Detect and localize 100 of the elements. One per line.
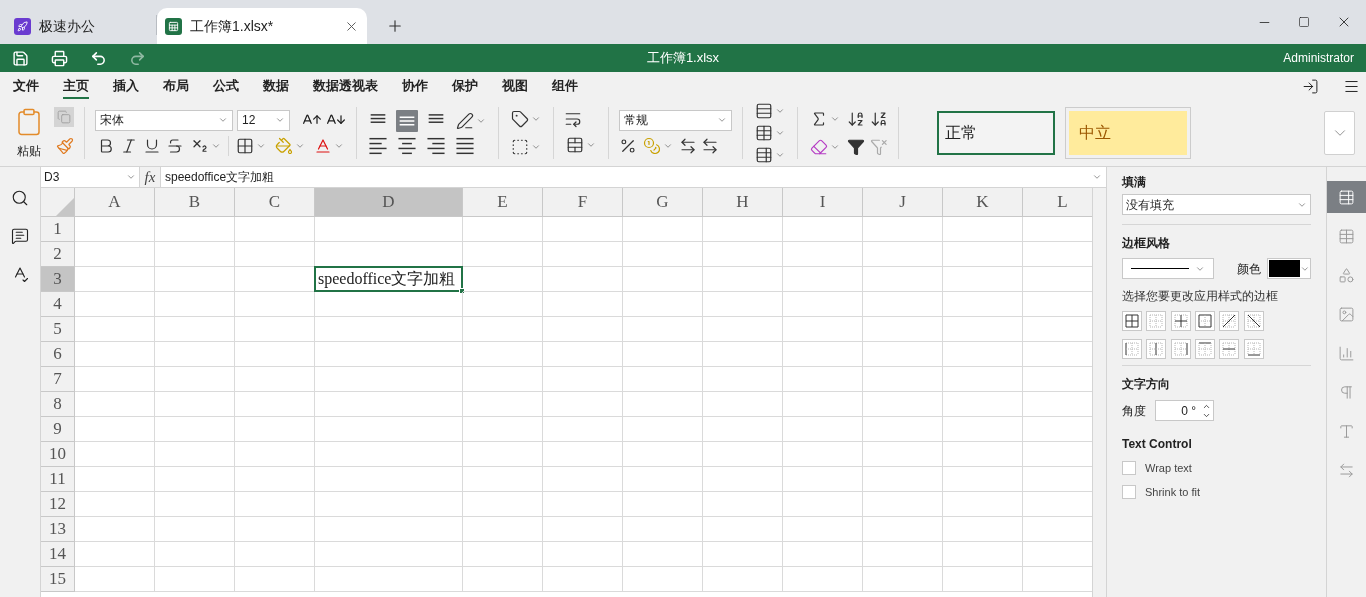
grid-cell[interactable] — [543, 517, 623, 542]
caret-icon[interactable] — [775, 106, 785, 116]
row-header[interactable]: 7 — [41, 367, 75, 392]
checkbox[interactable] — [1122, 484, 1136, 499]
undo-icon[interactable] — [90, 49, 107, 67]
row-header[interactable]: 10 — [41, 442, 75, 467]
grid-cell[interactable] — [943, 467, 1023, 492]
row-header[interactable]: 6 — [41, 342, 75, 367]
caret-icon[interactable] — [830, 142, 840, 152]
strikethrough-icon[interactable] — [166, 136, 184, 155]
grid-cell[interactable] — [235, 442, 315, 467]
border-button[interactable] — [1122, 311, 1142, 331]
grid-cell[interactable] — [75, 467, 155, 492]
copy-icon[interactable] — [54, 106, 74, 127]
grid-cell[interactable] — [155, 542, 235, 567]
grid-cell[interactable] — [703, 542, 783, 567]
grid-cell[interactable] — [783, 492, 863, 517]
grid-cell[interactable] — [75, 567, 155, 592]
column-header[interactable]: K — [943, 188, 1023, 217]
grid-cell[interactable] — [703, 292, 783, 317]
grid-cell[interactable] — [623, 567, 703, 592]
sort-descending-icon[interactable] — [870, 110, 888, 128]
row-header[interactable]: 14 — [41, 542, 75, 567]
font-select[interactable]: 宋体 — [95, 109, 233, 131]
grid-cell[interactable] — [463, 342, 543, 367]
row-header[interactable]: 12 — [41, 492, 75, 517]
grid-cell[interactable] — [863, 367, 943, 392]
menu-tab[interactable]: 文件 — [13, 73, 39, 99]
grid-cell[interactable] — [315, 567, 463, 592]
new-tab-icon[interactable] — [386, 17, 404, 35]
grid-cell[interactable] — [463, 267, 543, 292]
grid-cell[interactable] — [783, 417, 863, 442]
comment-icon[interactable] — [11, 227, 29, 245]
grid-cell[interactable] — [463, 392, 543, 417]
grid-cell[interactable] — [315, 492, 463, 517]
grid-cell[interactable] — [703, 267, 783, 292]
grid-cell[interactable] — [543, 467, 623, 492]
menu-tab[interactable]: 协作 — [402, 73, 428, 99]
grid-cell[interactable] — [155, 217, 235, 242]
grid-cell[interactable] — [623, 392, 703, 417]
grid-cell[interactable] — [235, 242, 315, 267]
grid-cell[interactable] — [623, 292, 703, 317]
column-header[interactable]: B — [155, 188, 235, 217]
column-header[interactable]: F — [543, 188, 623, 217]
grid-cell[interactable] — [943, 442, 1023, 467]
grid-cell[interactable] — [315, 417, 463, 442]
font-size-select[interactable]: 12 — [237, 109, 290, 131]
grid-cell[interactable] — [863, 467, 943, 492]
grid-cell[interactable] — [75, 492, 155, 517]
grid-cell[interactable] — [155, 467, 235, 492]
border-color-picker[interactable] — [1267, 258, 1311, 279]
grid-cell[interactable] — [943, 217, 1023, 242]
grid-cell[interactable] — [463, 542, 543, 567]
select-all-corner[interactable] — [41, 188, 75, 217]
row-header[interactable]: 13 — [41, 517, 75, 542]
caret-icon[interactable] — [275, 115, 285, 125]
panel-tab[interactable] — [1326, 181, 1366, 213]
grid-cell[interactable] — [943, 542, 1023, 567]
grid-cell[interactable] — [315, 342, 463, 367]
grid-cell[interactable] — [75, 242, 155, 267]
function-label[interactable]: fx — [140, 167, 161, 187]
grid-cell[interactable] — [623, 242, 703, 267]
grid-cell[interactable] — [863, 342, 943, 367]
grid-cell[interactable] — [623, 467, 703, 492]
grid-cell[interactable] — [75, 392, 155, 417]
grid-cell[interactable] — [943, 242, 1023, 267]
grid-cell[interactable] — [863, 442, 943, 467]
underline-icon[interactable] — [143, 136, 161, 155]
grid-cell[interactable] — [943, 317, 1023, 342]
fill-select[interactable]: 没有填充 — [1122, 194, 1311, 215]
save-icon[interactable] — [12, 49, 29, 67]
grid-cell[interactable] — [75, 417, 155, 442]
grid-cell[interactable] — [75, 267, 155, 292]
grid-cell[interactable] — [783, 517, 863, 542]
menu-tab[interactable]: 主页 — [63, 73, 89, 99]
grid-cell[interactable] — [703, 417, 783, 442]
format-painter-icon[interactable] — [56, 136, 74, 155]
caret-icon[interactable] — [775, 128, 785, 138]
grid-cell[interactable] — [943, 517, 1023, 542]
grid-cell[interactable] — [75, 367, 155, 392]
column-header[interactable]: A — [75, 188, 155, 217]
grid-cell[interactable] — [543, 492, 623, 517]
grid-cell[interactable] — [75, 217, 155, 242]
search-icon[interactable] — [11, 189, 29, 207]
grid-cell[interactable] — [75, 517, 155, 542]
grid-cell[interactable] — [75, 542, 155, 567]
grid-cell[interactable] — [703, 492, 783, 517]
grid-cell[interactable] — [623, 542, 703, 567]
grid-cell[interactable] — [943, 367, 1023, 392]
caret-icon[interactable] — [586, 140, 596, 150]
grid-cell[interactable] — [315, 367, 463, 392]
column-header[interactable]: I — [783, 188, 863, 217]
grid-cell[interactable] — [463, 492, 543, 517]
column-header[interactable]: D — [315, 188, 463, 217]
grid-cell[interactable] — [783, 392, 863, 417]
grid-cell[interactable] — [703, 567, 783, 592]
grid-cell[interactable] — [315, 467, 463, 492]
grid-cell[interactable] — [463, 442, 543, 467]
column-header[interactable]: H — [703, 188, 783, 217]
grid-cell[interactable] — [943, 292, 1023, 317]
